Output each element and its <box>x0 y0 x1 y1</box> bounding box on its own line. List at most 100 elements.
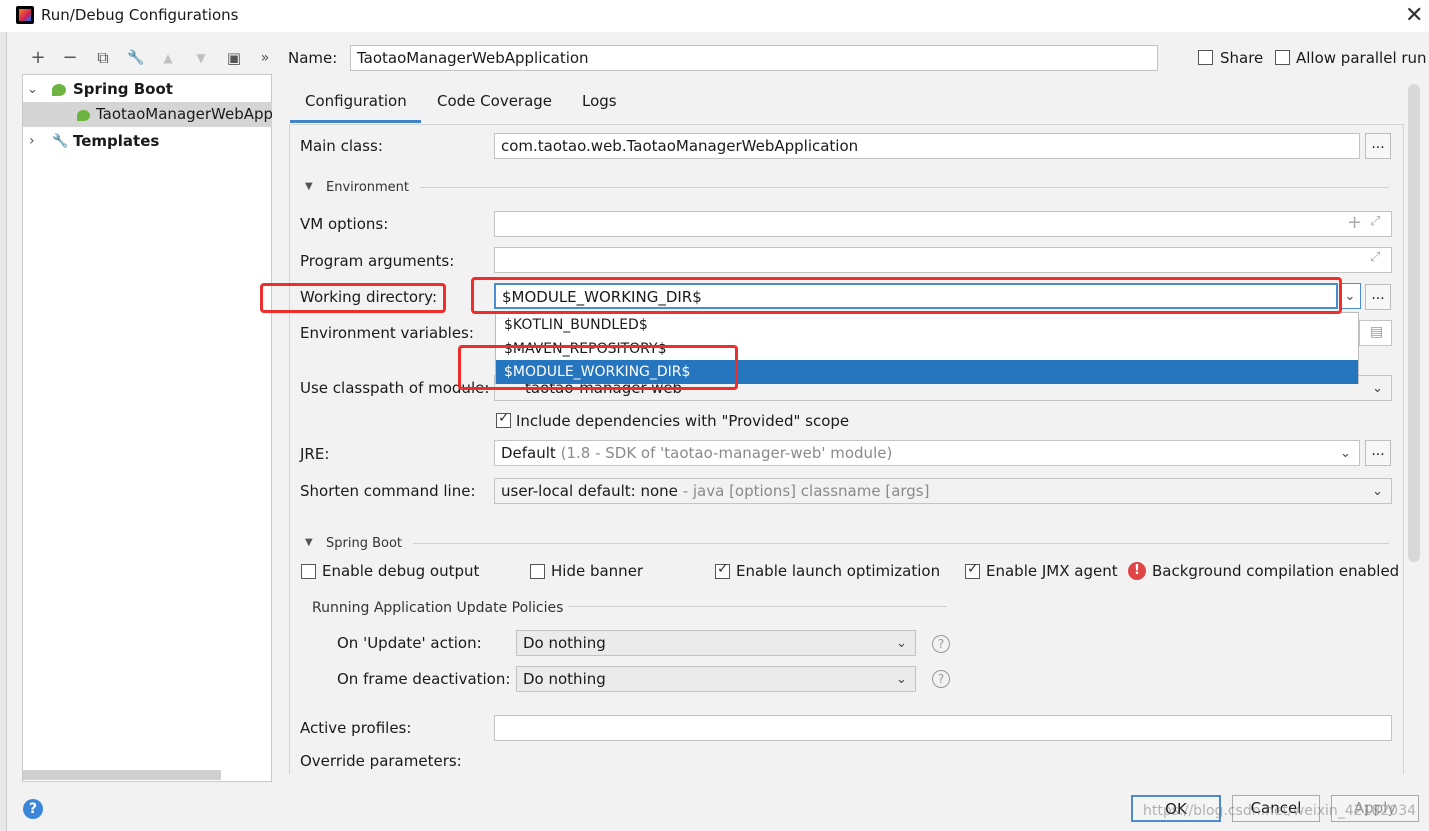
enable-debug-output-checkbox[interactable] <box>301 564 316 583</box>
name-input[interactable]: TaotaoManagerWebApplication <box>350 45 1158 71</box>
configuration-tree[interactable]: ⌄ Spring Boot TaotaoManagerWebApp › 🔧 Te… <box>22 74 272 782</box>
move-up-icon[interactable]: ▲ <box>157 47 179 69</box>
collapse-spring-boot-icon[interactable]: ▼ <box>305 537 313 548</box>
tree-label-taotao-app: TaotaoManagerWebApp <box>96 105 272 123</box>
shorten-value: user-local default: none <box>501 482 678 500</box>
wrench-icon[interactable]: 🔧 <box>125 47 147 69</box>
enable-jmx-agent-checkbox[interactable] <box>965 561 980 583</box>
tree-node-templates[interactable]: › 🔧 Templates <box>23 129 272 154</box>
chevron-down-icon[interactable]: ⌄ <box>1372 481 1383 499</box>
spring-boot-divider <box>413 543 1389 544</box>
vm-options-input[interactable] <box>494 211 1392 237</box>
hide-banner-checkbox[interactable] <box>530 564 545 583</box>
remove-configuration-icon[interactable]: − <box>59 47 81 69</box>
expand-icon[interactable]: ⤢ <box>1370 214 1380 229</box>
chevron-down-icon[interactable]: ⌄ <box>27 77 38 102</box>
environment-variables-label: Environment variables: <box>300 324 474 342</box>
include-dependencies-checkbox[interactable] <box>496 410 511 432</box>
watermark: https://blog.csdn.net/weixin_42182034 <box>1143 803 1417 819</box>
edit-env-vars-icon[interactable]: ▤ <box>1370 324 1383 340</box>
working-directory-dropdown-button[interactable]: ⌄ <box>1339 283 1361 309</box>
tree-label-spring-boot: Spring Boot <box>73 80 173 98</box>
enable-launch-optimization-label: Enable launch optimization <box>736 562 941 580</box>
name-label: Name: <box>288 49 338 67</box>
shorten-value-hint: - java [options] classname [args] <box>682 482 930 500</box>
enable-debug-output-label: Enable debug output <box>322 562 480 580</box>
browse-main-class-button[interactable]: ... <box>1365 133 1391 159</box>
jre-select[interactable]: Default (1.8 - SDK of 'taotao-manager-we… <box>494 440 1360 466</box>
main-class-input[interactable]: com.taotao.web.TaotaoManagerWebApplicati… <box>494 133 1360 159</box>
chevron-down-icon[interactable]: ⌄ <box>896 633 907 651</box>
tab-configuration[interactable]: Configuration <box>305 92 407 110</box>
intellij-app-icon <box>16 6 34 24</box>
update-action-select[interactable]: Do nothing <box>516 630 916 656</box>
main-class-label: Main class: <box>300 137 383 155</box>
tree-node-taotao-app[interactable]: TaotaoManagerWebApp <box>23 102 272 127</box>
background-window-edge <box>0 32 7 831</box>
chevron-down-icon[interactable]: ⌄ <box>1372 378 1383 396</box>
enable-launch-optimization-checkbox[interactable] <box>715 561 730 583</box>
tab-logs[interactable]: Logs <box>582 92 617 110</box>
update-action-label: On 'Update' action: <box>337 634 482 652</box>
spring-boot-section-title: Spring Boot <box>326 536 403 551</box>
frame-deactivation-label: On frame deactivation: <box>337 670 511 688</box>
browse-jre-button[interactable]: ... <box>1365 440 1391 466</box>
error-icon: ! <box>1128 562 1146 580</box>
folder-icon[interactable]: ▣ <box>223 47 245 69</box>
move-down-icon[interactable]: ▼ <box>190 47 212 69</box>
jre-label: JRE: <box>300 445 330 463</box>
allow-parallel-checkbox[interactable] <box>1275 50 1290 69</box>
close-icon[interactable]: ✕ <box>1405 3 1423 28</box>
window-title: Run/Debug Configurations <box>41 6 239 24</box>
program-arguments-input[interactable] <box>494 247 1392 273</box>
share-label: Share <box>1220 49 1264 67</box>
spring-boot-app-icon <box>77 110 90 121</box>
share-checkbox[interactable] <box>1198 50 1213 69</box>
highlight-box-label <box>260 283 446 313</box>
allow-parallel-label: Allow parallel run <box>1296 49 1427 67</box>
shorten-command-line-select[interactable]: user-local default: none - java [options… <box>494 478 1392 504</box>
help-icon[interactable]: ? <box>932 670 950 688</box>
help-icon[interactable]: ? <box>23 799 43 819</box>
tree-label-templates: Templates <box>73 132 160 150</box>
enable-jmx-agent-label: Enable JMX agent <box>986 562 1118 580</box>
browse-working-directory-button[interactable]: ... <box>1365 284 1391 310</box>
highlight-box-input <box>471 277 1342 314</box>
collapse-environment-icon[interactable]: ▼ <box>305 181 313 192</box>
tree-horizontal-scrollbar[interactable] <box>23 770 221 780</box>
add-vm-option-icon[interactable]: + <box>1347 212 1362 233</box>
chevron-down-icon[interactable]: ⌄ <box>896 669 907 687</box>
jre-value-hint: (1.8 - SDK of 'taotao-manager-web' modul… <box>560 444 893 462</box>
spring-boot-icon <box>52 84 66 96</box>
jre-value: Default <box>501 444 556 462</box>
override-parameters-label: Override parameters: <box>300 752 462 770</box>
environment-divider <box>420 187 1389 188</box>
add-configuration-icon[interactable]: + <box>27 47 49 69</box>
copy-configuration-icon[interactable]: ⧉ <box>92 47 114 69</box>
tree-node-spring-boot[interactable]: ⌄ Spring Boot <box>23 77 272 102</box>
frame-deactivation-select[interactable]: Do nothing <box>516 666 916 692</box>
tab-code-coverage[interactable]: Code Coverage <box>437 92 552 110</box>
vertical-scrollbar[interactable] <box>1408 84 1420 562</box>
chevron-down-icon[interactable]: ⌄ <box>1340 443 1351 461</box>
chevron-right-icon[interactable]: › <box>29 129 35 154</box>
include-dependencies-label: Include dependencies with "Provided" sco… <box>516 412 850 430</box>
program-arguments-label: Program arguments: <box>300 252 455 270</box>
wrench-icon: 🔧 <box>52 134 69 149</box>
vm-options-label: VM options: <box>300 215 389 233</box>
update-policies-divider <box>568 606 947 607</box>
update-policies-title: Running Application Update Policies <box>312 600 564 616</box>
highlight-box-option <box>458 345 738 390</box>
active-tab-indicator <box>290 120 421 123</box>
hide-banner-label: Hide banner <box>551 562 644 580</box>
expand-icon[interactable]: ⤢ <box>1370 250 1380 265</box>
shorten-command-line-label: Shorten command line: <box>300 482 476 500</box>
more-icon[interactable]: » <box>254 47 276 69</box>
environment-section-title: Environment <box>326 180 410 195</box>
dropdown-item[interactable]: $KOTLIN_BUNDLED$ <box>496 313 1358 337</box>
help-icon[interactable]: ? <box>932 635 950 653</box>
active-profiles-input[interactable] <box>494 715 1392 741</box>
background-compilation-label: Background compilation enabled <box>1152 562 1400 580</box>
chevron-down-icon: ⌄ <box>1344 289 1356 304</box>
active-profiles-label: Active profiles: <box>300 719 412 737</box>
